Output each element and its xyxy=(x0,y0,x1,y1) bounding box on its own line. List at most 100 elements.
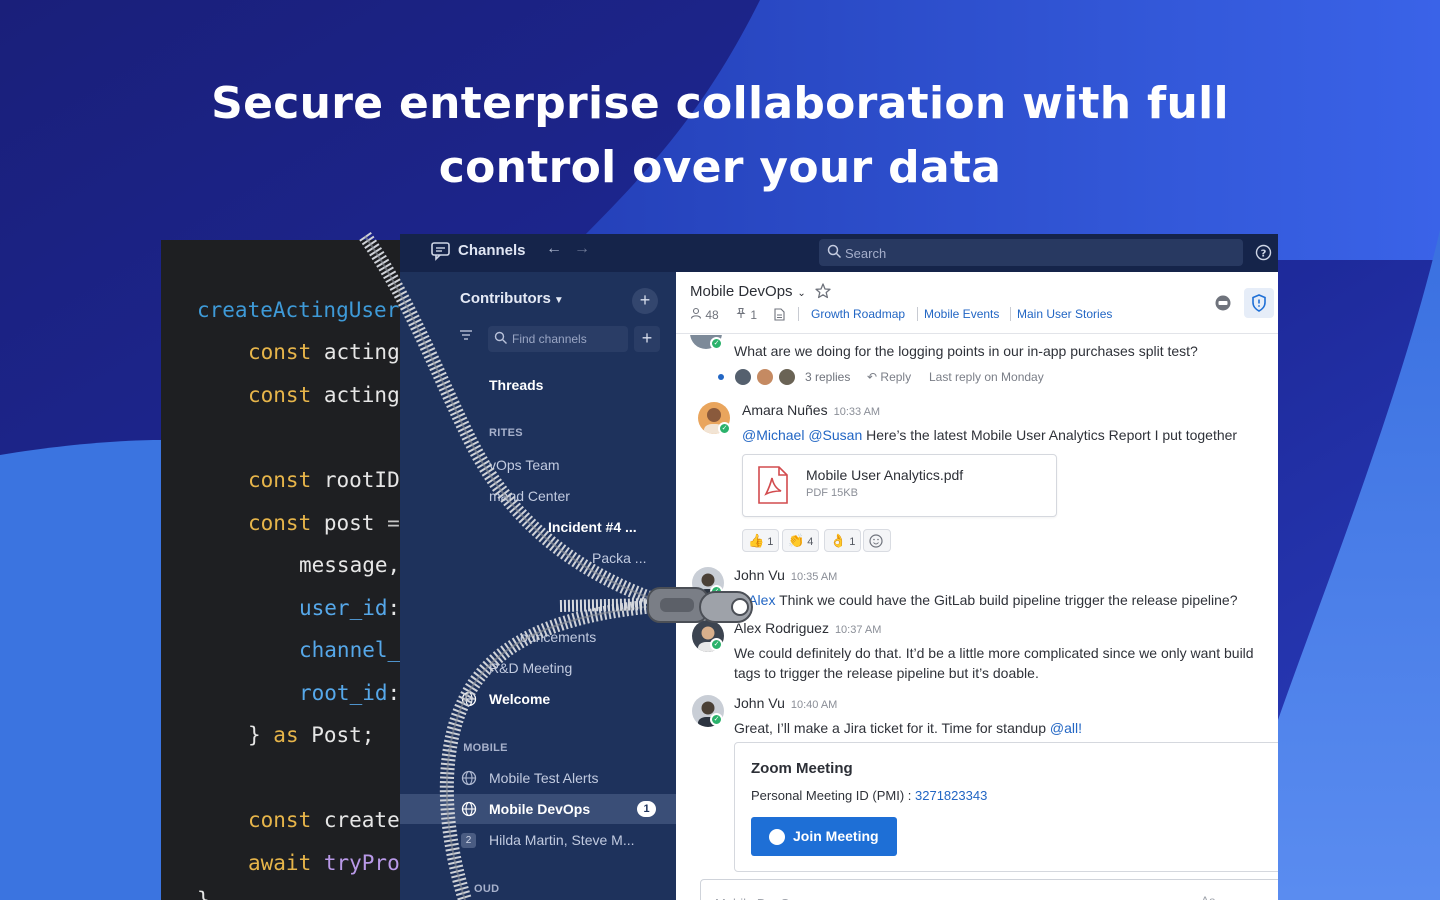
thread-summary[interactable]: 3 replies ↶ Reply Last reply on Monday xyxy=(718,366,1218,388)
message-composer[interactable]: Aa xyxy=(700,879,1278,900)
arrow-right-icon[interactable]: → xyxy=(574,240,590,258)
add-icon[interactable]: + xyxy=(632,288,658,314)
unread-dot xyxy=(718,374,724,380)
member-count-value: 48 xyxy=(705,308,719,322)
avatar xyxy=(734,368,752,386)
section-cloud: OUD xyxy=(474,883,500,895)
message-text: Great, I’ll make a Jira ticket for it. T… xyxy=(734,718,1082,738)
reaction-count: 1 xyxy=(849,536,856,548)
video-camera-icon xyxy=(769,829,785,845)
sidebar-item-command-center[interactable]: mand Center xyxy=(400,481,676,511)
mention[interactable]: @Susan xyxy=(808,427,862,443)
sidebar-item-devops-team[interactable]: vOps Team xyxy=(400,450,676,480)
bookmark-mobile-events[interactable]: Mobile Events xyxy=(924,307,999,321)
pinned-count[interactable]: 1 xyxy=(735,307,757,322)
message-time: 10:35 AM xyxy=(790,571,838,583)
filter-icon[interactable] xyxy=(458,327,480,349)
author-name[interactable]: Alex Rodriguez xyxy=(734,620,829,636)
formatting-toggle[interactable]: Aa xyxy=(1201,894,1216,900)
top-bar: Channels ← → ? xyxy=(400,234,1278,272)
globe-icon xyxy=(461,770,477,786)
find-channels-input[interactable] xyxy=(512,330,622,348)
code-line: } xyxy=(197,888,210,900)
channel-info-button[interactable] xyxy=(1244,288,1274,318)
code-token: const xyxy=(248,808,312,832)
section-mobile[interactable]: ⌄ MOBILE xyxy=(446,742,508,754)
mention[interactable]: @Michael xyxy=(742,427,804,443)
reply-link[interactable]: ↶ Reply xyxy=(867,370,911,384)
sidebar-item-threads[interactable]: Threads xyxy=(400,370,676,400)
section-favorites: RITES xyxy=(489,427,523,439)
bookmark-growth-roadmap[interactable]: Growth Roadmap xyxy=(811,307,905,321)
message-body: Think we could have the GitLab build pip… xyxy=(775,592,1238,608)
help-icon[interactable]: ? xyxy=(1255,244,1272,261)
sidebar-item-packages[interactable]: Packa ... xyxy=(400,543,676,573)
pinned-count-value: 1 xyxy=(750,308,758,322)
code-token: root_id xyxy=(299,681,388,705)
mention[interactable]: @Alex xyxy=(734,592,775,608)
sidebar-item-label: Mobile DevOps xyxy=(489,801,591,817)
author-name[interactable]: Amara Nuñes xyxy=(742,402,828,418)
reaction-clap[interactable]: 👏 4 xyxy=(782,529,820,552)
bookmark-main-user-stories[interactable]: Main User Stories xyxy=(1017,307,1112,321)
mention[interactable]: @all! xyxy=(1050,720,1082,736)
sidebar-item-group-dm[interactable]: 2 Hilda Martin, Steve M... xyxy=(400,825,676,855)
member-count-badge: 2 xyxy=(461,833,476,848)
add-reaction-button[interactable] xyxy=(863,529,891,552)
member-count[interactable]: 48 xyxy=(690,307,719,322)
ok-hand-icon: 👌 xyxy=(830,533,847,548)
globe-icon xyxy=(461,691,477,707)
meeting-id-link[interactable]: 3271823343 xyxy=(915,788,987,803)
message-input[interactable] xyxy=(715,894,1115,900)
reply-label: Reply xyxy=(880,370,912,384)
headline: Secure enterprise collaboration with ful… xyxy=(0,72,1440,200)
sidebar: Contributors▼ + + Threads RITES vOps Tea… xyxy=(400,272,676,900)
author-name[interactable]: John Vu xyxy=(734,695,785,711)
sidebar-item-label: Incident #4 ... xyxy=(548,519,637,535)
sidebar-item-label: Mobile Test Alerts xyxy=(489,770,599,786)
sidebar-item-label: mand Center xyxy=(489,488,570,504)
code-token: await xyxy=(248,851,312,875)
sidebar-item-incident[interactable]: Incident #4 ... xyxy=(400,512,676,542)
message-text: @Michael @Susan Here’s the latest Mobile… xyxy=(742,425,1237,445)
join-meeting-button[interactable]: Join Meeting xyxy=(751,817,897,856)
message-time: 10:40 AM xyxy=(790,699,838,711)
code-token: message, xyxy=(299,553,401,577)
sidebar-item-welcome[interactable]: Welcome xyxy=(400,684,676,714)
message-author: John Vu 10:40 AM xyxy=(734,695,837,711)
call-icon[interactable] xyxy=(1214,294,1232,312)
channel-name-menu[interactable]: Mobile DevOps ⌄ xyxy=(690,283,806,300)
code-token: const xyxy=(248,340,312,364)
sidebar-item-mobile-test-alerts[interactable]: Mobile Test Alerts xyxy=(400,763,676,793)
code-token: Post; xyxy=(298,723,375,747)
file-attachment[interactable]: Mobile User Analytics.pdf PDF 15KB xyxy=(742,454,1057,517)
code-line: createActingUserPo xyxy=(197,298,425,322)
mention-badge: 1 xyxy=(637,801,656,817)
headline-line-1: Secure enterprise collaboration with ful… xyxy=(211,78,1229,129)
search-icon xyxy=(827,244,842,259)
global-search[interactable] xyxy=(819,239,1243,266)
team-menu[interactable]: Contributors ▼ xyxy=(460,290,564,307)
message-body: Here’s the latest Mobile User Analytics … xyxy=(862,427,1238,443)
author-name[interactable]: John Vu xyxy=(734,567,785,583)
star-icon[interactable] xyxy=(814,282,832,300)
reaction-thumbs-up[interactable]: 👍 1 xyxy=(742,529,780,552)
search-icon xyxy=(494,331,507,344)
find-channels[interactable] xyxy=(488,326,628,352)
member-icon xyxy=(690,307,702,319)
sidebar-item-rd-meeting[interactable]: R&D Meeting xyxy=(400,653,676,683)
file-meta: PDF 15KB xyxy=(806,487,858,499)
sidebar-item-mobile-devops[interactable]: Mobile DevOps 1 xyxy=(400,794,676,824)
online-status-icon: ✓ xyxy=(710,713,723,726)
reactions: 👍 1 👏 4 👌 1 xyxy=(742,529,982,553)
files-icon[interactable] xyxy=(774,308,785,321)
message-text-line-1: We could definitely do that. It’d be a l… xyxy=(734,645,1254,661)
arrow-left-icon[interactable]: ← xyxy=(546,240,562,258)
add-channel-icon[interactable]: + xyxy=(634,326,660,352)
reaction-ok-hand[interactable]: 👌 1 xyxy=(824,529,862,552)
search-input[interactable] xyxy=(845,243,1225,263)
sidebar-item-announcements[interactable]: ouncements xyxy=(400,622,676,652)
sidebar-item-label: Threads xyxy=(489,377,544,393)
reaction-count: 1 xyxy=(767,536,774,548)
replies-count[interactable]: 3 replies xyxy=(805,370,850,384)
